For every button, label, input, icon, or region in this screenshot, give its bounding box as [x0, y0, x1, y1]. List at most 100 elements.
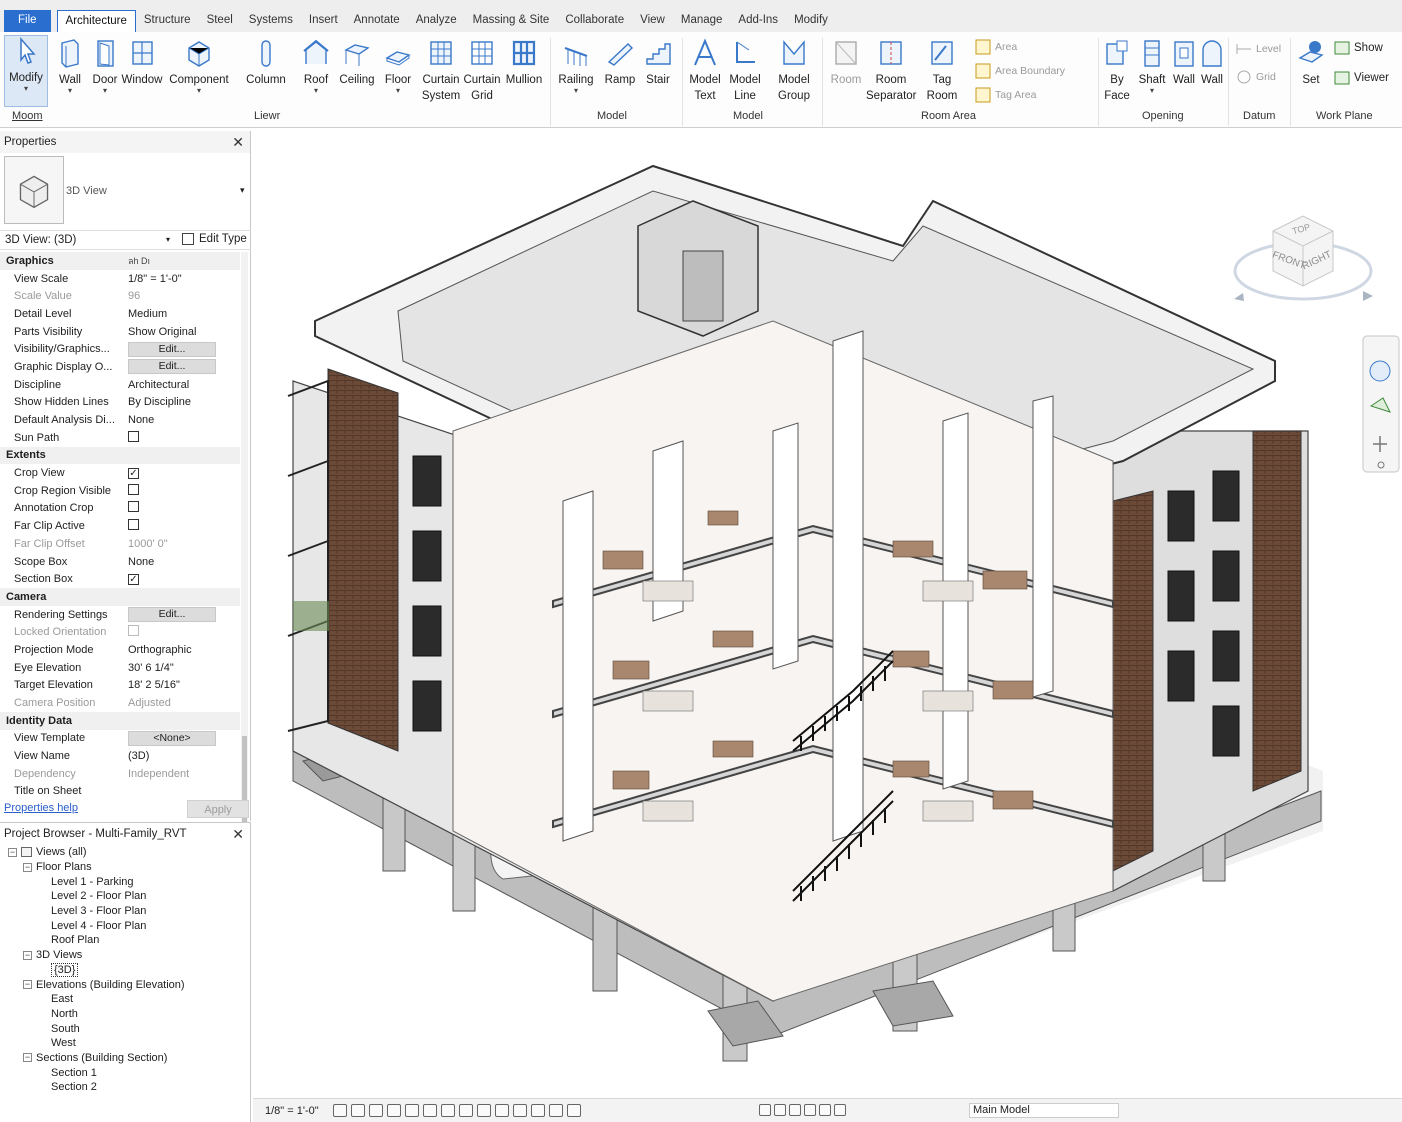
model-group-button[interactable]: Model Group — [774, 38, 814, 104]
property-checkbox[interactable]: ✓ — [128, 468, 139, 480]
tab-analyze[interactable]: Analyze — [408, 10, 465, 32]
property-checkbox[interactable] — [128, 519, 139, 531]
browser-node[interactable]: West — [0, 1036, 251, 1051]
drawing-canvas[interactable]: TOP FRONT RIGHT — [253, 131, 1402, 1098]
active-model-selector[interactable]: Main Model — [969, 1103, 1119, 1118]
property-group-header[interactable]: Extents — [0, 446, 240, 465]
tab-steel[interactable]: Steel — [199, 10, 241, 32]
tab-add-ins[interactable]: Add-Ins — [730, 10, 786, 32]
set-button[interactable]: Set — [1291, 38, 1331, 88]
filter-icon[interactable] — [834, 1104, 846, 1116]
steering-wheel-icon[interactable] — [1369, 360, 1391, 382]
browser-node[interactable]: East — [0, 992, 251, 1007]
select-links-icon[interactable] — [759, 1104, 771, 1116]
by-face-button[interactable]: By Face — [1097, 38, 1137, 104]
temporary-hide-icon[interactable] — [477, 1104, 491, 1117]
property-value[interactable]: 18' 2 5/16" — [122, 679, 240, 691]
temporary-view-icon[interactable] — [531, 1104, 545, 1117]
show-crop-icon[interactable] — [441, 1104, 455, 1117]
properties-help-link[interactable]: Properties help — [4, 802, 78, 814]
close-icon[interactable]: ✕ — [232, 826, 244, 843]
level-button[interactable]: Level — [1236, 41, 1281, 57]
tab-file[interactable]: File — [4, 10, 51, 32]
tag-area-button[interactable]: Tag Area — [975, 87, 1036, 103]
component-button[interactable]: Component ▾ — [168, 38, 230, 95]
constraints-icon[interactable] — [567, 1104, 581, 1117]
tab-insert[interactable]: Insert — [301, 10, 346, 32]
shadows-icon[interactable] — [387, 1104, 401, 1117]
tab-systems[interactable]: Systems — [241, 10, 301, 32]
ceiling-button[interactable]: Ceiling — [337, 38, 377, 88]
railing-button[interactable]: Railing ▾ — [556, 38, 596, 95]
select-pinned-icon[interactable] — [789, 1104, 801, 1116]
tab-structure[interactable]: Structure — [136, 10, 199, 32]
select-face-icon[interactable] — [804, 1104, 816, 1116]
browser-node[interactable]: Roof Plan — [0, 933, 251, 948]
detail-level-icon[interactable] — [333, 1104, 347, 1117]
ramp-button[interactable]: Ramp — [600, 38, 640, 88]
property-value[interactable]: ลh Dı — [122, 254, 240, 268]
property-checkbox[interactable] — [128, 430, 139, 442]
tag-room-button[interactable]: Tag Room — [922, 38, 962, 104]
drag-elements-icon[interactable] — [819, 1104, 831, 1116]
property-group-header[interactable]: Camera — [0, 588, 240, 606]
door-button[interactable]: Door ▾ — [85, 38, 125, 95]
property-value[interactable]: None — [122, 414, 240, 426]
browser-node[interactable]: Level 2 - Floor Plan — [0, 889, 251, 904]
wall-button-2[interactable]: Wall — [1192, 38, 1232, 88]
property-edit-button[interactable]: Edit... — [128, 359, 216, 375]
room-button[interactable]: Room — [826, 38, 866, 88]
apply-button[interactable]: Apply — [187, 800, 249, 818]
property-edit-button[interactable]: <None> — [128, 730, 216, 746]
view-cube[interactable]: TOP FRONT RIGHT — [1233, 215, 1373, 301]
area-button[interactable]: Area — [975, 39, 1017, 55]
browser-node[interactable]: Section 2 — [0, 1080, 251, 1095]
property-value[interactable]: None — [122, 556, 240, 568]
area-boundary-button[interactable]: Area Boundary — [975, 63, 1065, 79]
reveal-hidden-icon[interactable] — [495, 1104, 509, 1117]
tab-manage[interactable]: Manage — [673, 10, 731, 32]
collapse-toggle-icon[interactable]: − — [23, 862, 32, 872]
property-value[interactable]: Architectural — [122, 379, 240, 391]
mullion-button[interactable]: Mullion — [504, 38, 544, 88]
browser-node[interactable]: Level 1 - Parking — [0, 874, 251, 889]
browser-node[interactable]: South — [0, 1021, 251, 1036]
property-edit-button[interactable]: Edit... — [128, 607, 216, 623]
floor-button[interactable]: Floor ▾ — [378, 38, 418, 95]
browser-node[interactable]: Level 3 - Floor Plan — [0, 904, 251, 919]
property-checkbox[interactable] — [128, 483, 139, 495]
property-checkbox[interactable] — [128, 501, 139, 513]
model-text-button[interactable]: Model Text — [685, 38, 725, 104]
roof-button[interactable]: Roof ▾ — [296, 38, 336, 95]
tab-architecture[interactable]: Architecture — [56, 10, 136, 32]
worksharing-icon[interactable] — [513, 1104, 527, 1117]
property-value[interactable]: Show Original — [122, 326, 240, 338]
browser-node[interactable]: Level 4 - Floor Plan — [0, 918, 251, 933]
browser-node[interactable]: North — [0, 1007, 251, 1022]
select-underlay-icon[interactable] — [774, 1104, 786, 1116]
tab-massing-site[interactable]: Massing & Site — [465, 10, 558, 32]
tab-collaborate[interactable]: Collaborate — [557, 10, 632, 32]
browser-node[interactable]: − Sections (Building Section) — [0, 1051, 251, 1066]
sun-path-icon[interactable] — [369, 1104, 383, 1117]
tab-annotate[interactable]: Annotate — [346, 10, 408, 32]
close-icon[interactable]: ✕ — [232, 134, 244, 151]
building-3d-model[interactable]: TOP FRONT RIGHT — [253, 131, 1402, 1098]
curtain-system-button[interactable]: Curtain System — [421, 38, 461, 104]
instance-selector[interactable]: 3D View: (3D) ▾ Edit Type — [0, 230, 251, 250]
show-button[interactable]: Show — [1334, 40, 1383, 56]
edit-type-button[interactable]: Edit Type — [182, 233, 247, 245]
wall-button[interactable]: Wall ▾ — [50, 38, 90, 95]
modify-button[interactable]: Modify ▾ — [4, 35, 48, 107]
property-group-header[interactable]: Identity Data — [0, 711, 240, 730]
collapse-toggle-icon[interactable]: − — [23, 980, 32, 990]
browser-node[interactable]: Section 1 — [0, 1065, 251, 1080]
property-group-header[interactable]: Graphics ลh Dı — [0, 252, 240, 270]
property-value[interactable]: 30' 6 1/4" — [122, 662, 240, 674]
browser-node[interactable]: {3D} — [0, 962, 251, 978]
browser-node[interactable]: − Elevations (Building Elevation) — [0, 977, 251, 992]
unlock-view-icon[interactable] — [459, 1104, 473, 1117]
browser-node[interactable]: − Floor Plans — [0, 860, 251, 875]
property-value[interactable]: By Discipline — [122, 396, 240, 408]
property-value[interactable]: 1/8" = 1'-0" — [122, 273, 240, 285]
